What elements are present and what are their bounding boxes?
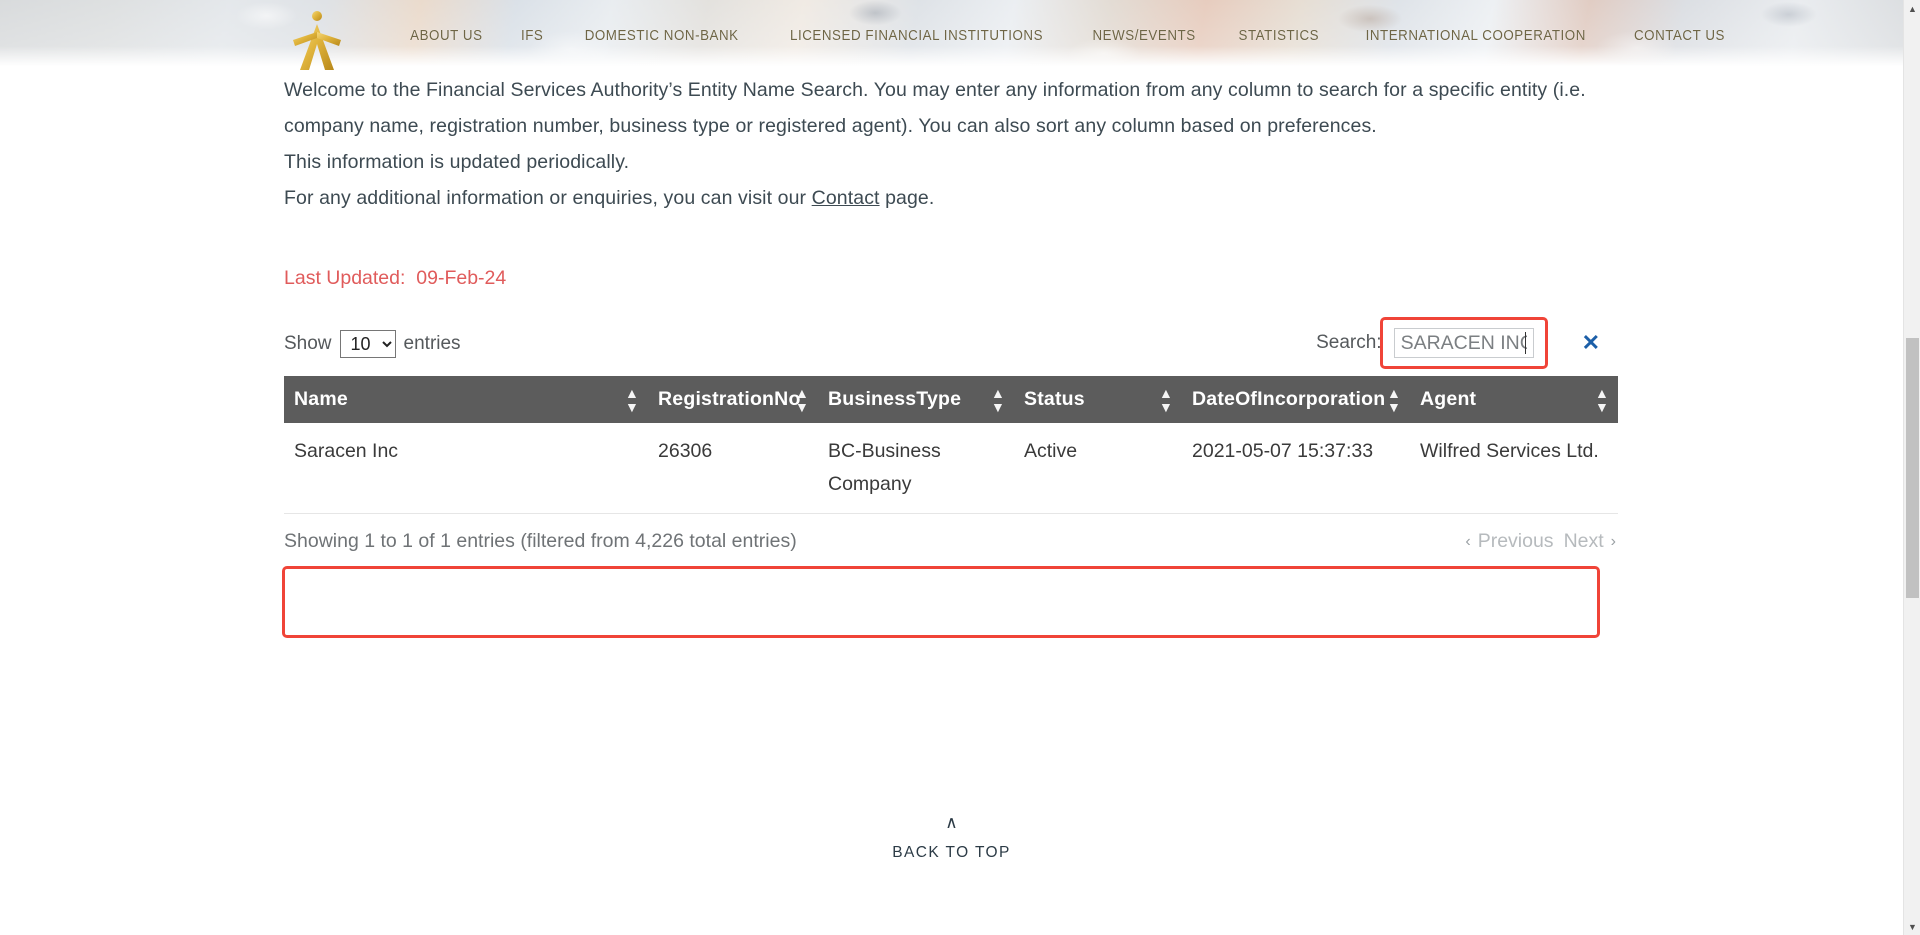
page-root: ABOUT US IFS DOMESTIC NON-BANK LICENSED … bbox=[0, 0, 1920, 935]
search-input[interactable] bbox=[1393, 328, 1534, 358]
pagination-controls: ‹ Previous Next › bbox=[1463, 530, 1618, 553]
clear-search-icon[interactable]: ✕ bbox=[1582, 332, 1600, 354]
last-updated-label: Last Updated: bbox=[284, 267, 406, 289]
result-row-highlight-annotation bbox=[282, 566, 1600, 638]
intro-paragraph-2: This information is updated periodically… bbox=[284, 151, 630, 173]
page-content: Welcome to the Financial Services Author… bbox=[0, 72, 1903, 638]
scroll-up-arrow-icon[interactable]: ▲ bbox=[1904, 0, 1920, 17]
scrollbar-thumb[interactable] bbox=[1906, 338, 1919, 598]
entity-results-table: Name ▲ ▼ RegistrationNo ▲ ▼ BusinessType ▲… bbox=[284, 376, 1618, 514]
cell-name: Saracen Inc bbox=[284, 423, 648, 514]
search-input-wrapper bbox=[1379, 317, 1548, 369]
cell-registration-no: 26306 bbox=[648, 423, 818, 514]
search-control: Search: ✕ bbox=[1316, 317, 1600, 369]
page-length-control: Show 10 25 50 100 entries bbox=[284, 330, 461, 358]
column-header-label: Name bbox=[294, 388, 348, 410]
table-info-text: Showing 1 to 1 of 1 entries (filtered fr… bbox=[284, 530, 797, 552]
page-length-select[interactable]: 10 25 50 100 bbox=[339, 330, 396, 358]
chevron-up-icon: ∧ bbox=[945, 813, 958, 832]
search-label: Search: bbox=[1316, 332, 1382, 353]
fsa-logo-icon[interactable] bbox=[287, 2, 347, 72]
cell-date-of-incorporation: 2021-05-07 15:37:33 bbox=[1182, 423, 1410, 514]
sort-arrows-icon[interactable]: ▲ ▼ bbox=[795, 386, 809, 414]
datatable-footer: Showing 1 to 1 of 1 entries (filtered fr… bbox=[284, 530, 1618, 564]
vertical-scrollbar[interactable]: ▲ ▼ bbox=[1903, 0, 1920, 935]
last-updated-text: Last Updated: 09-Feb-24 bbox=[284, 264, 1618, 292]
table-row[interactable]: Saracen Inc 26306 BC-Business Company Ac… bbox=[284, 423, 1618, 514]
last-updated-value: 09-Feb-24 bbox=[416, 267, 507, 289]
column-header-label: Status bbox=[1024, 388, 1085, 410]
intro-paragraph-1: Welcome to the Financial Services Author… bbox=[284, 79, 1586, 137]
nav-item-ifs[interactable]: IFS bbox=[505, 28, 559, 44]
pagination-previous-button[interactable]: Previous bbox=[1473, 530, 1559, 553]
nav-item-statistics[interactable]: STATISTICS bbox=[1222, 28, 1334, 44]
table-head: Name ▲ ▼ RegistrationNo ▲ ▼ BusinessType ▲… bbox=[284, 376, 1618, 423]
back-to-top-button[interactable]: ∧ BACK TO TOP bbox=[0, 813, 1903, 862]
back-to-top-label: BACK TO TOP bbox=[892, 844, 1011, 861]
sort-arrows-icon[interactable]: ▲ ▼ bbox=[1387, 386, 1401, 414]
column-header-status[interactable]: Status ▲ ▼ bbox=[1014, 376, 1182, 423]
show-label: Show bbox=[284, 333, 332, 354]
cell-agent: Wilfred Services Ltd. bbox=[1410, 423, 1618, 514]
column-header-registrationno[interactable]: RegistrationNo ▲ ▼ bbox=[648, 376, 818, 423]
contact-sentence-suffix: page. bbox=[879, 187, 935, 209]
nav-item-news-events[interactable]: NEWS/EVENTS bbox=[1077, 28, 1211, 44]
chevron-left-icon: ‹ bbox=[1465, 532, 1471, 550]
chevron-right-icon: › bbox=[1610, 532, 1616, 550]
column-header-name[interactable]: Name ▲ ▼ bbox=[284, 376, 648, 423]
contact-link[interactable]: Contact bbox=[812, 187, 880, 209]
cell-status: Active bbox=[1014, 423, 1182, 514]
sort-arrows-icon[interactable]: ▲ ▼ bbox=[1595, 386, 1609, 414]
nav-item-domestic-non-bank[interactable]: DOMESTIC NON-BANK bbox=[569, 28, 754, 44]
main-navigation[interactable]: ABOUT US IFS DOMESTIC NON-BANK LICENSED … bbox=[390, 0, 1746, 72]
sort-arrows-icon[interactable]: ▲ ▼ bbox=[991, 386, 1005, 414]
pagination-next-button[interactable]: Next bbox=[1559, 530, 1609, 553]
column-header-label: RegistrationNo bbox=[658, 388, 801, 410]
nav-item-about-us[interactable]: ABOUT US bbox=[395, 28, 499, 44]
text-caret bbox=[1524, 332, 1526, 354]
sort-arrows-icon[interactable]: ▲ ▼ bbox=[1159, 386, 1173, 414]
content-column: Welcome to the Financial Services Author… bbox=[282, 72, 1618, 638]
column-header-dateofincorporation[interactable]: DateOfIncorporation ▲ ▼ bbox=[1182, 376, 1410, 423]
column-header-businesstype[interactable]: BusinessType ▲ ▼ bbox=[818, 376, 1014, 423]
entries-label: entries bbox=[403, 333, 461, 354]
table-body: Saracen Inc 26306 BC-Business Company Ac… bbox=[284, 423, 1618, 514]
nav-item-international-cooperation[interactable]: INTERNATIONAL COOPERATION bbox=[1350, 28, 1602, 44]
column-header-label: DateOfIncorporation bbox=[1192, 388, 1386, 410]
cell-business-type: BC-Business Company bbox=[818, 423, 1014, 514]
datatable-controls: Show 10 25 50 100 entries Search: bbox=[284, 317, 1618, 370]
nav-item-contact-us[interactable]: CONTACT US bbox=[1618, 28, 1740, 44]
column-header-label: Agent bbox=[1420, 388, 1477, 410]
scroll-down-arrow-icon[interactable]: ▼ bbox=[1904, 918, 1920, 935]
site-header-banner: ABOUT US IFS DOMESTIC NON-BANK LICENSED … bbox=[0, 0, 1903, 72]
nav-item-licensed-financial-institutions[interactable]: LICENSED FINANCIAL INSTITUTIONS bbox=[775, 28, 1059, 44]
column-header-agent[interactable]: Agent ▲ ▼ bbox=[1410, 376, 1618, 423]
intro-paragraph-3: For any additional information or enquir… bbox=[284, 180, 1618, 216]
column-header-label: BusinessType bbox=[828, 388, 962, 410]
table-header-row: Name ▲ ▼ RegistrationNo ▲ ▼ BusinessType ▲… bbox=[284, 376, 1618, 423]
sort-arrows-icon[interactable]: ▲ ▼ bbox=[625, 386, 639, 414]
contact-sentence-prefix: For any additional information or enquir… bbox=[284, 187, 812, 209]
